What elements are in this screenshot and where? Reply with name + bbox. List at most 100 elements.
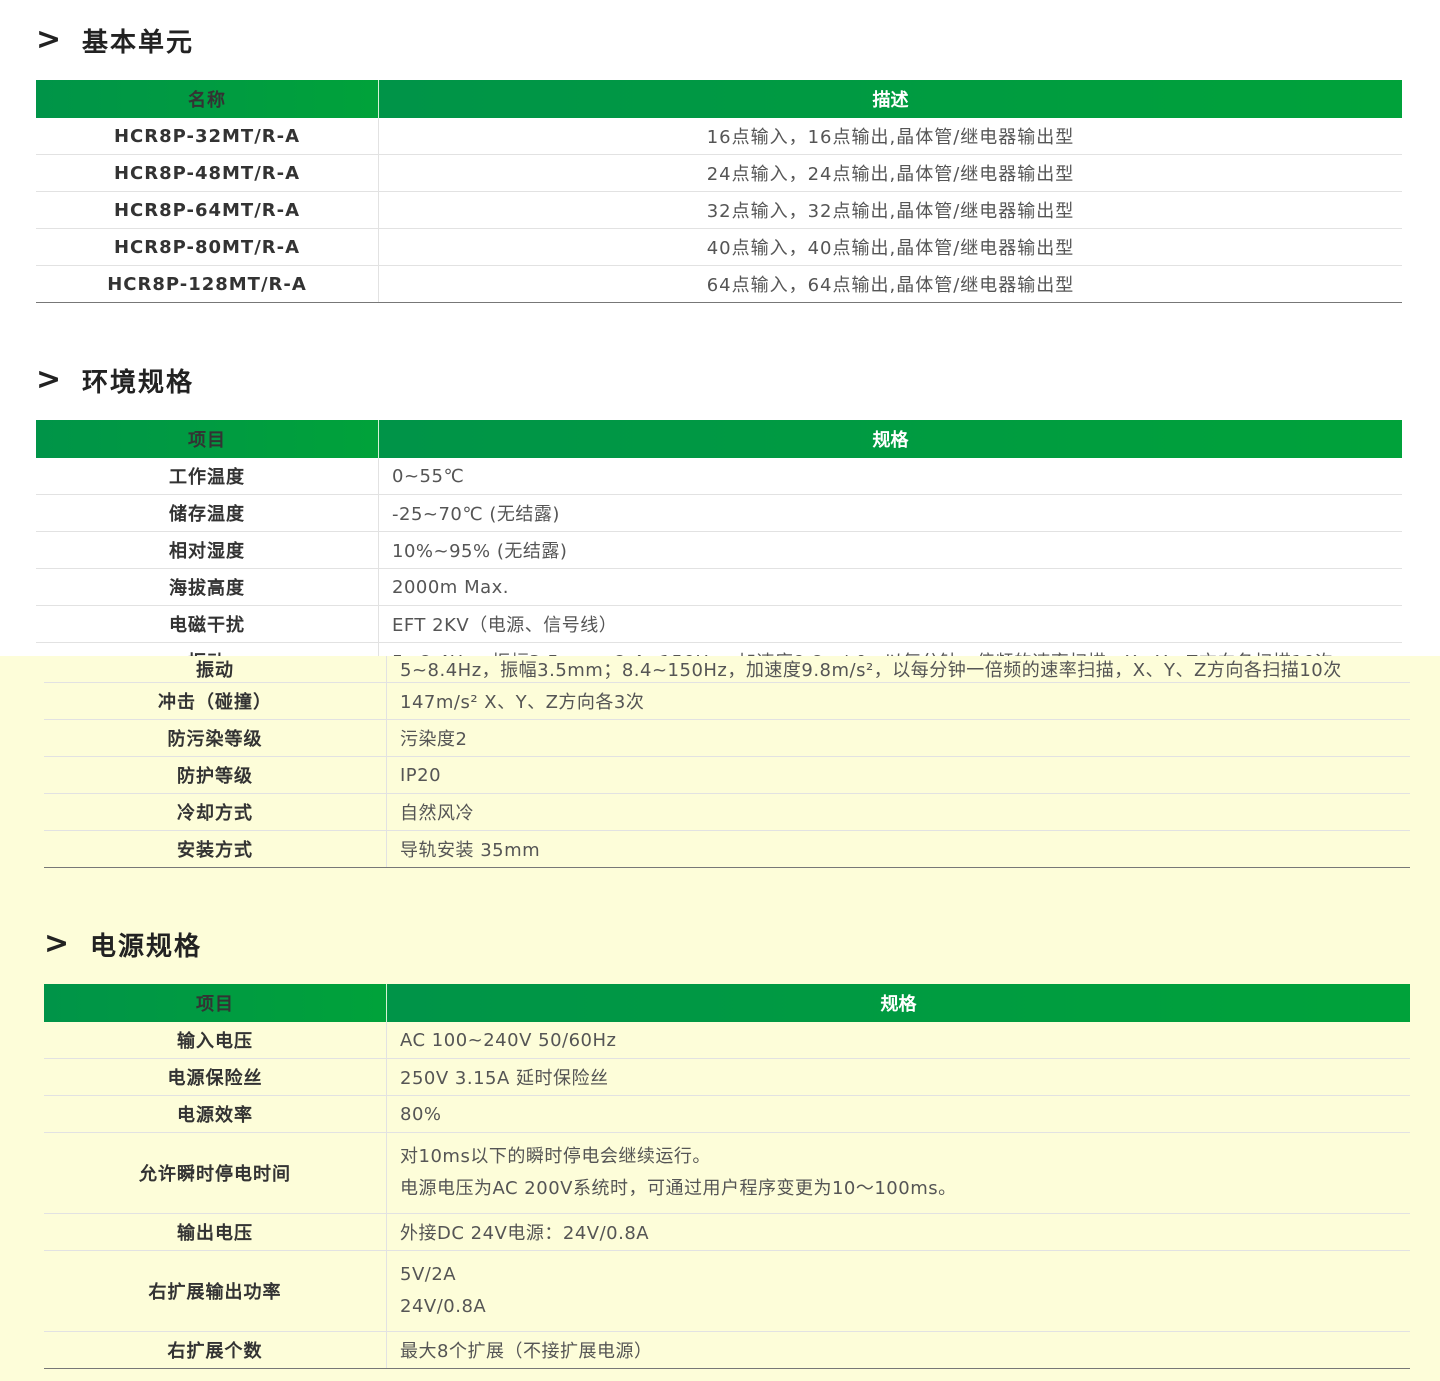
item-spec: 自然风冷 [386,793,1410,831]
table-row: HCR8P-80MT/R-A 40点输入，40点输出,晶体管/继电器输出型 [36,228,1402,266]
section-title: 电源规格 [90,931,203,962]
model-description: 24点输入，24点输出,晶体管/继电器输出型 [378,154,1402,192]
table-row: 电源效率 80% [44,1095,1410,1133]
item-spec: 80% [386,1095,1410,1133]
item-name: 工作温度 [36,458,379,495]
table-row: 安装方式 导轨安装 35mm [44,830,1410,868]
environment-spec-section: > 环境规格 项目 规格 工作温度 0~55℃ 储存温度 -25~70℃ (无结… [36,340,1402,680]
table-row: 防护等级 IP20 [44,756,1410,794]
item-spec: 5V/2A 24V/0.8A [386,1250,1410,1332]
model-name: HCR8P-48MT/R-A [36,154,379,192]
item-name: 电磁干扰 [36,605,379,643]
item-name: 防护等级 [44,756,387,794]
spec-line: 对10ms以下的瞬时停电会继续运行。 [400,1146,711,1167]
item-name: 电源保险丝 [44,1058,387,1096]
table-row: 工作温度 0~55℃ [36,458,1402,495]
item-name: 冲击（碰撞） [44,682,387,720]
table-row: 电磁干扰 EFT 2KV（电源、信号线） [36,605,1402,643]
section-header: > 环境规格 [36,340,1402,420]
spec-line: 电源电压为AC 200V系统时，可通过用户程序变更为10～100ms。 [400,1178,957,1199]
table-row: 右扩展个数 最大8个扩展（不接扩展电源） [44,1331,1410,1369]
table-row: 储存温度 -25~70℃ (无结露) [36,494,1402,532]
item-name: 允许瞬时停电时间 [44,1132,387,1214]
table-row: 振动 5~8.4Hz，振幅3.5mm；8.4~150Hz，加速度9.8m/s²，… [44,656,1410,683]
basic-unit-section: > 基本单元 名称 描述 HCR8P-32MT/R-A 16点输入，16点输出,… [36,0,1402,303]
item-spec: 5~8.4Hz，振幅3.5mm；8.4~150Hz，加速度9.8m/s²，以每分… [386,656,1410,683]
item-spec: -25~70℃ (无结露) [378,494,1402,532]
table-row: HCR8P-32MT/R-A 16点输入，16点输出,晶体管/继电器输出型 [36,118,1402,155]
column-header-description: 描述 [378,80,1402,118]
item-name: 输入电压 [44,1022,387,1059]
environment-spec-continued: 振动 5~8.4Hz，振幅3.5mm；8.4~150Hz，加速度9.8m/s²，… [44,656,1410,868]
section-header: > 电源规格 [44,904,1410,984]
model-name: HCR8P-64MT/R-A [36,191,379,229]
item-spec: 外接DC 24V电源：24V/0.8A [386,1213,1410,1251]
spec-line: 250V 3.15A 延时保险丝 [400,1068,609,1089]
table-row: HCR8P-64MT/R-A 32点输入，32点输出,晶体管/继电器输出型 [36,191,1402,229]
item-spec: 污染度2 [386,719,1410,757]
model-name: HCR8P-32MT/R-A [36,118,379,155]
item-spec: 对10ms以下的瞬时停电会继续运行。 电源电压为AC 200V系统时，可通过用户… [386,1132,1410,1214]
highlight-panel: 振动 5~8.4Hz，振幅3.5mm；8.4~150Hz，加速度9.8m/s²，… [0,656,1440,1381]
table-row: 右扩展输出功率 5V/2A 24V/0.8A [44,1250,1410,1332]
item-name: 防污染等级 [44,719,387,757]
chevron-right-icon: > [44,926,70,961]
model-description: 16点输入，16点输出,晶体管/继电器输出型 [378,118,1402,155]
table-row: 输入电压 AC 100~240V 50/60Hz [44,1022,1410,1059]
item-name: 右扩展个数 [44,1331,387,1369]
item-spec: 250V 3.15A 延时保险丝 [386,1058,1410,1096]
item-name: 输出电压 [44,1213,387,1251]
item-spec: 10%~95% (无结露) [378,531,1402,569]
basic-unit-table: 名称 描述 HCR8P-32MT/R-A 16点输入，16点输出,晶体管/继电器… [36,80,1402,303]
spec-line: 最大8个扩展（不接扩展电源） [400,1341,653,1362]
spec-line: 80% [400,1103,442,1125]
table-row: 电源保险丝 250V 3.15A 延时保险丝 [44,1058,1410,1096]
item-spec: EFT 2KV（电源、信号线） [378,605,1402,643]
column-header-name: 名称 [36,80,379,118]
spec-line: AC 100~240V 50/60Hz [400,1029,617,1051]
table-row: 海拔高度 2000m Max. [36,568,1402,606]
item-spec: IP20 [386,756,1410,794]
item-spec: 147m/s² X、Y、Z方向各3次 [386,682,1410,720]
spec-line: 5V/2A [400,1264,457,1285]
item-spec: AC 100~240V 50/60Hz [386,1022,1410,1059]
table-row: 冷却方式 自然风冷 [44,793,1410,831]
column-header-spec: 规格 [378,420,1402,458]
column-header-item: 项目 [36,420,379,458]
table-row: HCR8P-128MT/R-A 64点输入，64点输出,晶体管/继电器输出型 [36,265,1402,303]
model-description: 40点输入，40点输出,晶体管/继电器输出型 [378,228,1402,266]
chevron-right-icon: > [36,362,62,397]
item-name: 相对湿度 [36,531,379,569]
spec-line: 外接DC 24V电源：24V/0.8A [400,1223,650,1244]
model-description: 64点输入，64点输出,晶体管/继电器输出型 [378,265,1402,303]
environment-spec-table: 项目 规格 工作温度 0~55℃ 储存温度 -25~70℃ (无结露) 相对湿度… [36,420,1402,680]
table-row: 防污染等级 污染度2 [44,719,1410,757]
table-row: HCR8P-48MT/R-A 24点输入，24点输出,晶体管/继电器输出型 [36,154,1402,192]
item-name: 电源效率 [44,1095,387,1133]
item-spec: 最大8个扩展（不接扩展电源） [386,1331,1410,1369]
table-row: 相对湿度 10%~95% (无结露) [36,531,1402,569]
section-header: > 基本单元 [36,0,1402,80]
model-name: HCR8P-80MT/R-A [36,228,379,266]
table-row: 允许瞬时停电时间 对10ms以下的瞬时停电会继续运行。 电源电压为AC 200V… [44,1132,1410,1214]
table-row: 冲击（碰撞） 147m/s² X、Y、Z方向各3次 [44,682,1410,720]
item-name: 右扩展输出功率 [44,1250,387,1332]
column-header-spec: 规格 [386,984,1410,1022]
section-title: 基本单元 [82,27,195,58]
table-row: 输出电压 外接DC 24V电源：24V/0.8A [44,1213,1410,1251]
model-description: 32点输入，32点输出,晶体管/继电器输出型 [378,191,1402,229]
spec-line: 24V/0.8A [400,1296,487,1317]
item-spec: 0~55℃ [378,458,1402,495]
model-name: HCR8P-128MT/R-A [36,265,379,303]
environment-spec-table-continued: 振动 5~8.4Hz，振幅3.5mm；8.4~150Hz，加速度9.8m/s²，… [44,656,1410,868]
item-spec: 导轨安装 35mm [386,830,1410,868]
item-name: 安装方式 [44,830,387,868]
column-header-item: 项目 [44,984,387,1022]
item-name: 振动 [44,656,387,683]
power-spec-table: 项目 规格 输入电压 AC 100~240V 50/60Hz 电源保险丝 250… [44,984,1410,1369]
item-spec: 2000m Max. [378,568,1402,606]
chevron-right-icon: > [36,22,62,57]
section-title: 环境规格 [82,367,195,398]
item-name: 冷却方式 [44,793,387,831]
item-name: 海拔高度 [36,568,379,606]
